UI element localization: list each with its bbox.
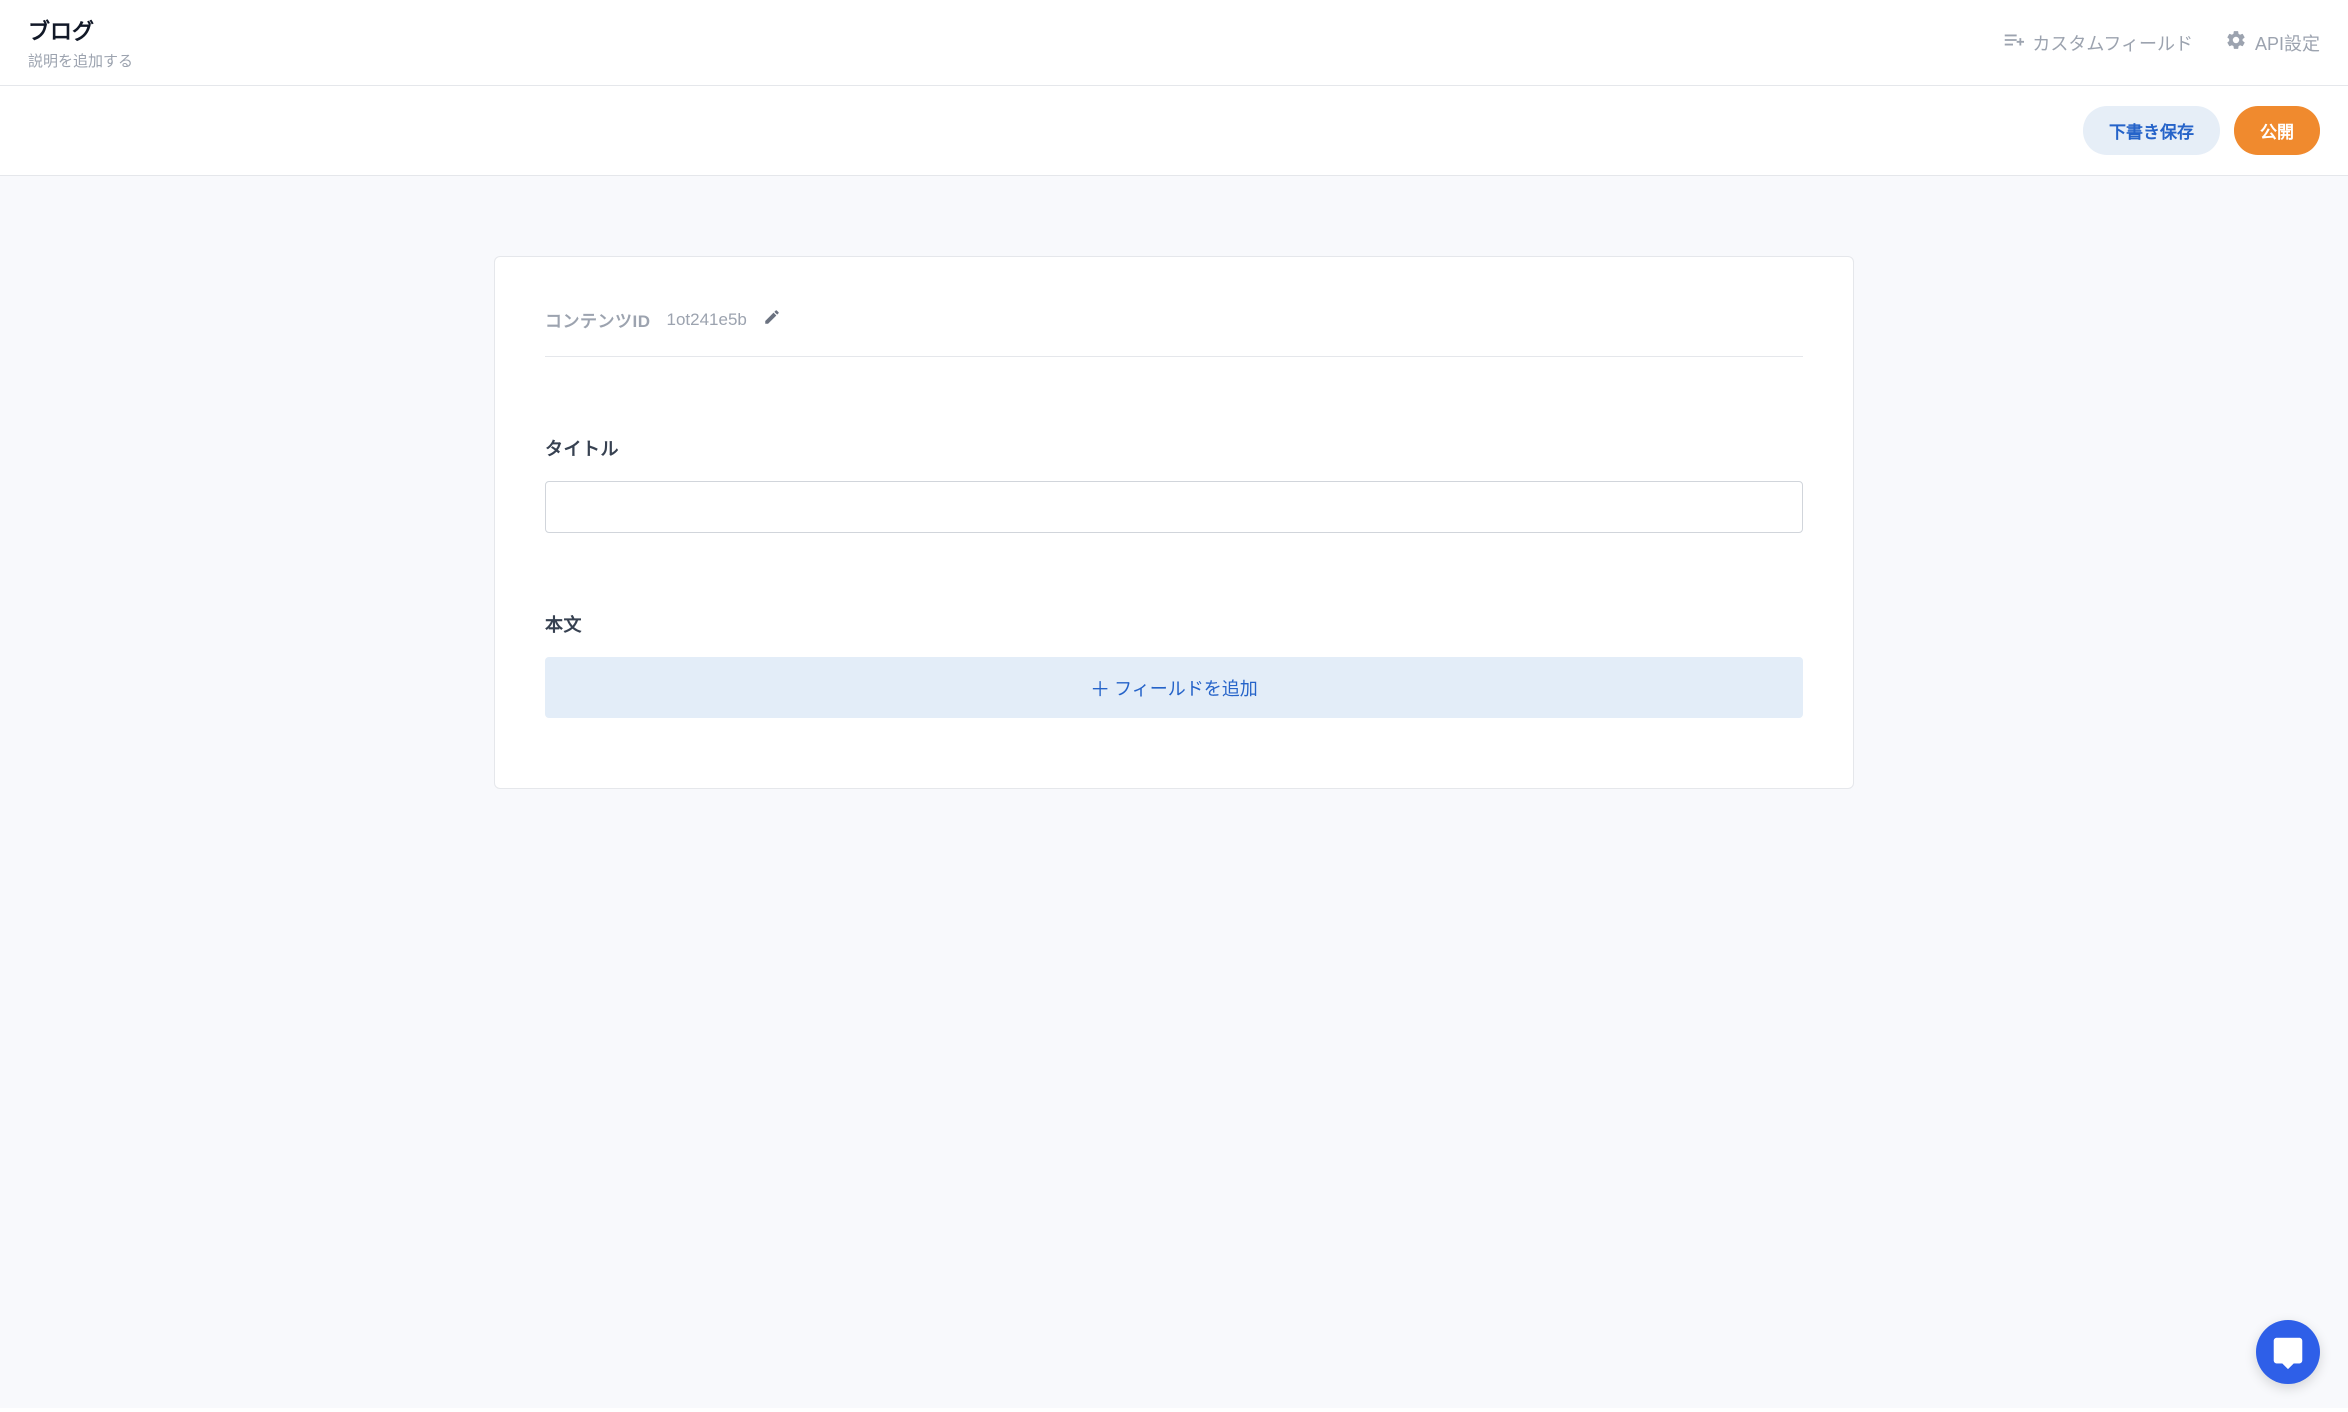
save-draft-button[interactable]: 下書き保存 [2083,106,2220,155]
page-title: ブログ [28,14,133,46]
top-header: ブログ 説明を追加する カスタムフィールド API設定 [0,0,2348,86]
custom-field-icon [2002,29,2024,56]
body-label: 本文 [545,611,1803,637]
content-id-row: コンテンツID 1ot241e5b [545,307,1803,357]
header-right: カスタムフィールド API設定 [2002,29,2320,56]
chat-icon [2271,1335,2305,1369]
add-field-label: フィールドを追加 [1114,675,1258,701]
page-subtitle[interactable]: 説明を追加する [28,50,133,71]
gear-icon [2225,29,2247,56]
content-id-label: コンテンツID [545,307,651,332]
custom-field-label: カスタムフィールド [2032,30,2193,56]
header-left: ブログ 説明を追加する [28,14,133,71]
publish-button[interactable]: 公開 [2234,106,2320,155]
api-settings-label: API設定 [2255,30,2320,56]
edit-content-id-button[interactable] [763,308,781,331]
body-field-group: 本文 ＋ フィールドを追加 [545,611,1803,718]
chat-fab[interactable] [2256,1320,2320,1384]
action-bar: 下書き保存 公開 [0,86,2348,176]
content-id-value: 1ot241e5b [667,310,747,330]
api-settings-link[interactable]: API設定 [2225,29,2320,56]
title-field-group: タイトル [545,435,1803,533]
plus-icon: ＋ [1090,673,1110,702]
pencil-icon [763,308,781,326]
editor-card: コンテンツID 1ot241e5b タイトル 本文 ＋ フィールドを追加 [494,256,1854,789]
add-field-button[interactable]: ＋ フィールドを追加 [545,657,1803,718]
content-area: コンテンツID 1ot241e5b タイトル 本文 ＋ フィールドを追加 [0,176,2348,1408]
custom-field-link[interactable]: カスタムフィールド [2002,29,2193,56]
title-input[interactable] [545,481,1803,533]
title-label: タイトル [545,435,1803,461]
